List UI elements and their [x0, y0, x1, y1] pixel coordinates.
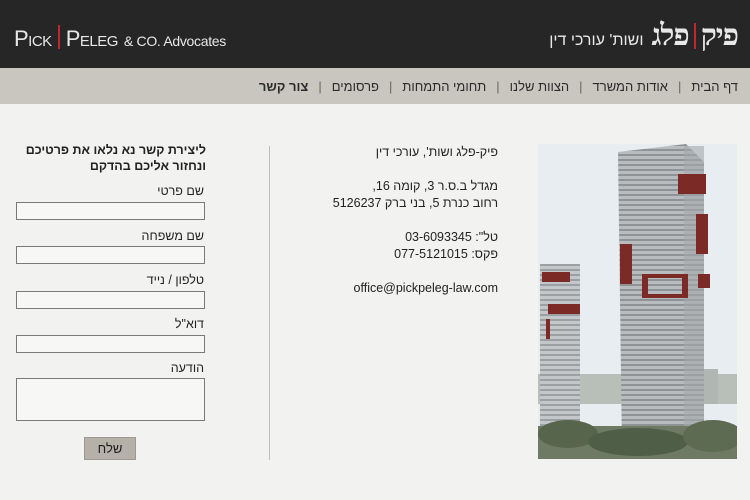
nav-item-contact[interactable]: צור קשר — [259, 79, 308, 94]
nav-separator: | — [496, 78, 500, 94]
logo-he-name-peleg: פלג — [651, 18, 689, 53]
first-name-label: שם פרטי — [157, 184, 204, 198]
logo-he-tagline: ושות' עורכי דין — [549, 32, 644, 49]
site-header: Pick Peleg & CO. Advocates פיק פלג ושות'… — [0, 0, 750, 68]
main-nav: דף הבית | אודות המשרד | הצוות שלנו | תחו… — [0, 68, 750, 104]
last-name-label: שם משפחה — [141, 229, 204, 243]
form-intro-line2: ונחזור אליכם בהדקם — [89, 159, 206, 173]
logo-english[interactable]: Pick Peleg & CO. Advocates — [14, 22, 226, 52]
email-input[interactable] — [16, 335, 205, 353]
firm-name: פיק-פלג ושות', עורכי דין — [375, 145, 498, 159]
form-intro-line1: ליצירת קשר נא נלאו את פרטיכם — [25, 143, 206, 157]
phone-label-field: טלפון / נייד — [146, 273, 204, 287]
last-name-input[interactable] — [16, 246, 205, 264]
address-line1: מגדל ב.ס.ר 3, קומה 16, — [372, 179, 498, 193]
nav-item-about[interactable]: אודות המשרד — [593, 79, 668, 94]
logo-divider — [57, 25, 60, 49]
logo-he-name-pick: פיק — [700, 18, 739, 53]
nav-item-team[interactable]: הצוות שלנו — [510, 79, 569, 94]
message-textarea[interactable] — [16, 378, 205, 421]
email-link[interactable]: office@pickpeleg-law.com — [298, 280, 498, 297]
nav-separator: | — [677, 78, 682, 94]
fax-number: 077-5121015 — [394, 247, 468, 261]
logo-hebrew[interactable]: פיק פלג ושות' עורכי דין — [549, 18, 739, 53]
nav-separator: | — [388, 78, 393, 94]
form-intro: ליצירת קשר נא נלאו את פרטיכם ונחזור אליכ… — [14, 142, 206, 174]
nav-separator: | — [318, 78, 322, 94]
nav-item-home[interactable]: דף הבית — [691, 79, 738, 94]
fax-row: פקס: 077-5121015 — [298, 246, 498, 263]
nav-item-publications[interactable]: פרסומים — [332, 79, 379, 94]
nav-separator: | — [579, 78, 583, 94]
phone-label: טל": — [475, 230, 498, 244]
building-photo — [538, 144, 737, 459]
logo-en-name-pick: Pick — [14, 26, 52, 51]
logo-divider-he — [693, 23, 696, 49]
phone-number[interactable]: 03-6093345 — [405, 230, 472, 244]
nav-item-practice-areas[interactable]: תחומי התמחות — [402, 79, 486, 94]
send-button[interactable]: שלח — [84, 437, 136, 460]
logo-en-suffix: & CO. Advocates — [123, 33, 226, 49]
message-label: הודעה — [170, 361, 204, 375]
phone-input[interactable] — [16, 291, 205, 309]
contact-details: פיק-פלג ושות', עורכי דין מגדל ב.ס.ר 3, ק… — [298, 144, 498, 297]
first-name-input[interactable] — [16, 202, 205, 220]
address-line2: רחוב כנרת 5, בני ברק 5126237 — [332, 196, 498, 210]
email-label-field: דוא"ל — [174, 317, 204, 331]
logo-en-name-peleg: Peleg — [65, 26, 119, 51]
fax-label: פקס: — [471, 247, 498, 261]
vertical-divider — [269, 146, 270, 460]
phone-row: טל": 03-6093345 — [298, 229, 498, 246]
